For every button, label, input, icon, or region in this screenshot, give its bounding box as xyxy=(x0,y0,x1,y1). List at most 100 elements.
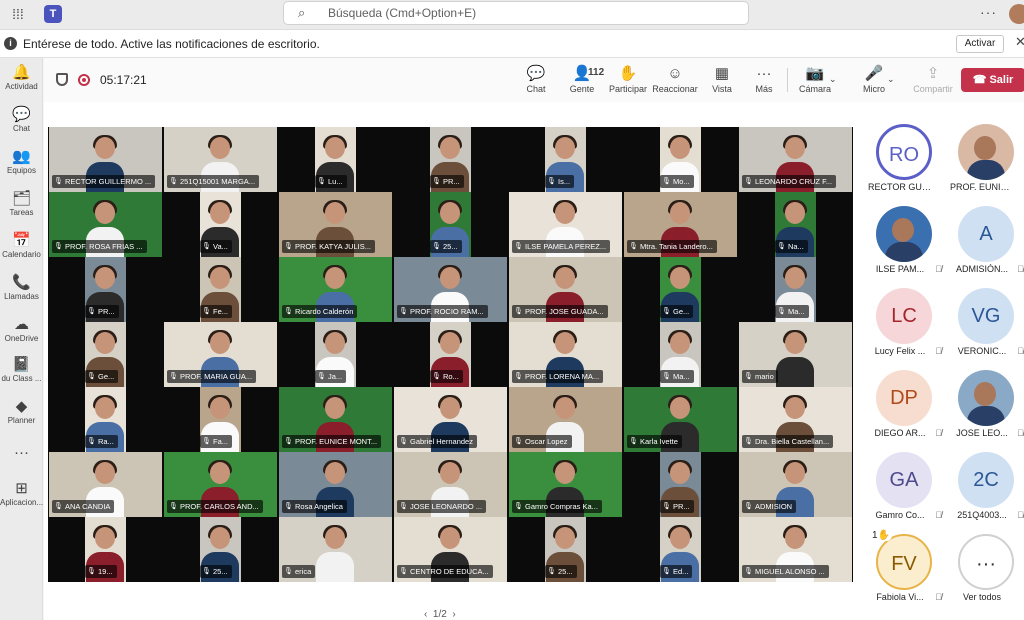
mic-options-chevron-icon[interactable]: ⌄ xyxy=(887,74,895,85)
more-button[interactable]: ··· Más xyxy=(747,64,781,100)
roster-participant[interactable]: A ADMISIÓN... 🎙̸ xyxy=(946,202,1024,284)
video-tile[interactable]: MIGUEL ALONSO ... xyxy=(738,517,853,582)
video-tile[interactable]: PROF. ROSA FRIAS ... xyxy=(48,192,163,257)
participant-name-label: 19... xyxy=(85,565,117,578)
video-tile[interactable]: Ge... xyxy=(48,322,163,387)
video-tile[interactable]: 251Q15001 MARGA... xyxy=(163,127,278,192)
video-tile[interactable]: Gabriel Hernandez xyxy=(393,387,508,452)
video-tile[interactable]: Na... xyxy=(738,192,853,257)
video-tile[interactable]: Fa... xyxy=(163,387,278,452)
video-tile[interactable]: Ed... xyxy=(623,517,738,582)
video-tile[interactable]: Fe... xyxy=(163,257,278,322)
video-tile[interactable]: erica xyxy=(278,517,393,582)
close-icon[interactable]: ✕ xyxy=(1015,34,1024,50)
page-indicator[interactable]: ‹ 1/2 › xyxy=(424,609,456,620)
avatar-shoulders xyxy=(967,160,1005,180)
video-tile[interactable]: Karla Ivette xyxy=(623,387,738,452)
video-grid: RECTOR GUILLERMO ... 251Q15001 MARGA... Lu… xyxy=(48,127,853,582)
video-tile[interactable]: Ma... xyxy=(623,322,738,387)
video-tile[interactable]: ADMISION xyxy=(738,452,853,517)
rail-item-label: Chat xyxy=(13,124,30,133)
video-tile[interactable]: 25... xyxy=(393,192,508,257)
video-tile[interactable]: Ge... xyxy=(623,257,738,322)
roster-participant[interactable]: JOSE LEO... 🎙̸ xyxy=(946,366,1024,448)
video-tile[interactable]: JOSE LEONARDO ... xyxy=(393,452,508,517)
roster-participant[interactable]: VG VERONIC... 🎙̸ xyxy=(946,284,1024,366)
video-tile[interactable]: RECTOR GUILLERMO ... xyxy=(48,127,163,192)
video-tile[interactable]: PROF. CARLOS AND... xyxy=(163,452,278,517)
roster-participant[interactable]: RO RECTOR GUIL... xyxy=(864,120,944,202)
rail-item-chat[interactable]: 💬 Chat xyxy=(0,106,43,146)
participant-face xyxy=(555,267,576,290)
rail-item-equipos[interactable]: 👥 Equipos xyxy=(0,148,43,188)
video-tile[interactable]: Gamro Compras Ka... xyxy=(508,452,623,517)
rail-item-more[interactable]: ··· xyxy=(0,444,43,484)
rail-item-actividad[interactable]: 🔔 Actividad xyxy=(0,64,43,104)
info-icon: i xyxy=(4,37,17,50)
video-tile[interactable]: Va... xyxy=(163,192,278,257)
video-tile[interactable]: Ricardo Calderón xyxy=(278,257,393,322)
see-all-button[interactable]: ··· Ver todos xyxy=(946,530,1024,612)
video-tile[interactable]: Dra. Biella Castellan... xyxy=(738,387,853,452)
video-tile[interactable]: PROF. MARIA GUA... xyxy=(163,322,278,387)
video-tile[interactable]: mario xyxy=(738,322,853,387)
video-tile[interactable]: Ro... xyxy=(393,322,508,387)
roster-participant[interactable]: FV Fabiola Vi... 🎙̸ 1✋ xyxy=(864,530,944,612)
participant-face xyxy=(670,332,691,355)
settings-more-icon[interactable]: ··· xyxy=(980,4,997,20)
video-tile[interactable]: Ja... xyxy=(278,322,393,387)
share-button[interactable]: ⇪ Compartir xyxy=(907,64,959,100)
roster-participant[interactable]: ILSE PAM... 🎙̸ xyxy=(864,202,944,284)
participant-name-label: Fa... xyxy=(200,435,233,448)
activate-button[interactable]: Activar xyxy=(956,35,1004,53)
people-button[interactable]: 👤 112 Gente xyxy=(558,64,606,100)
grid-view-button[interactable]: ▦ Vista xyxy=(704,64,740,100)
chat-button[interactable]: 💬 Chat xyxy=(518,64,554,100)
video-tile[interactable]: Lu... xyxy=(278,127,393,192)
smile-button[interactable]: ☺ Reaccionar xyxy=(647,64,703,100)
video-tile[interactable]: 19... xyxy=(48,517,163,582)
video-tile[interactable]: ILSE PAMELA PEREZ... xyxy=(508,192,623,257)
video-tile[interactable]: CENTRO DE EDUCA... xyxy=(393,517,508,582)
rail-item-llamadas[interactable]: 📞 Llamadas xyxy=(0,274,43,314)
user-avatar[interactable] xyxy=(1009,4,1024,24)
video-tile[interactable]: Mtra. Tania Landero... xyxy=(623,192,738,257)
video-tile[interactable]: ANA CANDIA xyxy=(48,452,163,517)
video-tile[interactable]: Mo... xyxy=(623,127,738,192)
rail-item-calendario[interactable]: 📅 Calendario xyxy=(0,232,43,272)
video-tile[interactable]: PROF. EUNICE MONT... xyxy=(278,387,393,452)
phone-icon: 📞 xyxy=(12,274,31,291)
video-tile[interactable]: PR... xyxy=(393,127,508,192)
video-tile[interactable]: PROF. LORENA MA... xyxy=(508,322,623,387)
participant-name-label: Ja... xyxy=(315,370,347,383)
roster-participant[interactable]: LC Lucy Felix ... 🎙̸ xyxy=(864,284,944,366)
rail-item-du-class-[interactable]: 📓 du Class ... xyxy=(0,356,43,396)
video-tile[interactable]: PROF. KATYA JULIS... xyxy=(278,192,393,257)
video-tile[interactable]: Ma... xyxy=(738,257,853,322)
video-tile[interactable]: 25... xyxy=(508,517,623,582)
search-input[interactable]: ⌕ Búsqueda (Cmd+Option+E) xyxy=(283,1,749,25)
rail-item-tareas[interactable]: 🗂 Tareas xyxy=(0,190,43,230)
video-tile[interactable]: Is... xyxy=(508,127,623,192)
video-tile[interactable]: 25... xyxy=(163,517,278,582)
rail-item-planner[interactable]: ◆ Planner xyxy=(0,398,43,438)
video-tile[interactable]: LEONARDO CRUZ F... xyxy=(738,127,853,192)
video-tile[interactable]: Rosa Angelica xyxy=(278,452,393,517)
camera-options-chevron-icon[interactable]: ⌄ xyxy=(829,74,837,85)
video-tile[interactable]: PR... xyxy=(48,257,163,322)
video-tile[interactable]: PR... xyxy=(623,452,738,517)
video-tile[interactable]: PROF. ROCIO RAM... xyxy=(393,257,508,322)
video-tile[interactable]: PROF. JOSE GUADA... xyxy=(508,257,623,322)
participant-name-label: PROF. LORENA MA... xyxy=(512,370,604,383)
roster-participant[interactable]: 2C 251Q4003... 🎙̸ xyxy=(946,448,1024,530)
leave-button[interactable]: ☎ Salir xyxy=(961,68,1024,92)
roster-participant[interactable]: PROF. EUNICE... xyxy=(946,120,1024,202)
rail-item-onedrive[interactable]: ☁ OneDrive xyxy=(0,316,43,356)
rail-item-aplicacion-[interactable]: ⊞ Aplicacion... xyxy=(0,480,43,520)
shield-icon[interactable] xyxy=(56,73,68,86)
roster-participant[interactable]: GA Gamro Co... 🎙̸ xyxy=(864,448,944,530)
app-launcher-icon[interactable]: ⁞⁞⁞ xyxy=(10,6,26,22)
video-tile[interactable]: Ra... xyxy=(48,387,163,452)
roster-participant[interactable]: DP DIEGO AR... 🎙̸ xyxy=(864,366,944,448)
video-tile[interactable]: Oscar Lopez xyxy=(508,387,623,452)
